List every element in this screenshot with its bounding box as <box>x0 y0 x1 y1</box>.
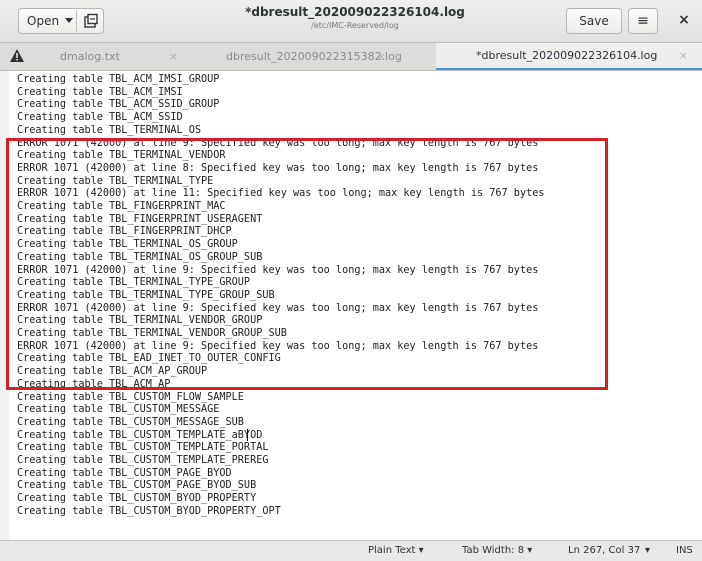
log-line: Creating table TBL_CUSTOM_TEMPLATE_aBYOD <box>17 429 263 441</box>
error-highlight-box <box>6 138 608 390</box>
tab-width-selector[interactable]: Tab Width: 8 ▾ <box>462 545 532 556</box>
syntax-label: Plain Text <box>368 545 416 556</box>
window-title: *dbresult_202009022326104.log <box>245 5 465 19</box>
status-bar: Plain Text ▾ Tab Width: 8 ▾ Ln 267, Col … <box>0 540 702 561</box>
tab-close-icon[interactable]: × <box>377 50 386 63</box>
tab-label: *dbresult_202009022326104.log <box>476 49 658 62</box>
tab-label: dmalog.txt <box>60 50 120 63</box>
hamburger-menu-icon[interactable]: ≡ <box>628 8 658 34</box>
log-line: Creating table TBL_CUSTOM_PAGE_BYOD_SUB <box>17 480 257 492</box>
log-line: Creating table TBL_CUSTOM_MESSAGE <box>17 404 220 416</box>
log-line: Creating table TBL_ACM_IMSI <box>17 86 183 98</box>
tab-dmalog[interactable]: dmalog.txt × <box>0 43 188 70</box>
log-line: Creating table TBL_CUSTOM_MESSAGE_SUB <box>17 416 244 428</box>
window-title-block: *dbresult_202009022326104.log /etc/IMC-R… <box>240 5 470 30</box>
insert-mode-indicator: INS <box>676 545 693 556</box>
save-button[interactable]: Save <box>566 8 622 34</box>
chevron-down-icon <box>65 18 74 23</box>
close-icon[interactable]: × <box>674 10 694 30</box>
chevron-down-icon: ▾ <box>418 545 424 556</box>
window-subtitle: /etc/IMC-Reserved/log <box>311 21 399 30</box>
new-document-icon[interactable] <box>83 13 99 29</box>
cursor-position-label: Ln 267, Col 37 <box>568 545 641 556</box>
header-bar: Open *dbresult_202009022326104.log /etc/… <box>0 0 702 43</box>
log-line: Creating table TBL_CUSTOM_FLOW_SAMPLE <box>17 391 244 403</box>
warning-icon <box>10 49 24 66</box>
log-line: Creating table TBL_CUSTOM_TEMPLATE_PRERE… <box>17 455 269 466</box>
log-line: Creating table TBL_CUSTOM_BYOD_PROPERTY <box>17 493 257 505</box>
button-divider <box>76 10 77 32</box>
chevron-down-icon: ▾ <box>527 545 533 556</box>
log-line: Creating table TBL_TERMINAL_OS <box>17 124 202 136</box>
log-line: Creating table TBL_ACM_SSID <box>17 112 183 124</box>
log-line: Creating table TBL_ACM_IMSI_GROUP <box>17 74 220 85</box>
tab-close-icon[interactable]: × <box>169 50 178 63</box>
cursor-position-selector[interactable]: Ln 267, Col 37 <box>568 545 640 556</box>
log-line: Creating table TBL_ACM_SSID_GROUP <box>17 99 220 111</box>
tab-bar: dmalog.txt × dbresult_202009022315382.lo… <box>0 43 702 71</box>
gedit-window: Open *dbresult_202009022326104.log /etc/… <box>0 0 702 561</box>
text-cursor <box>247 428 248 441</box>
syntax-selector[interactable]: Plain Text ▾ <box>368 545 424 556</box>
tab-width-label: Tab Width: 8 <box>462 545 525 556</box>
tab-dbresult-315382[interactable]: dbresult_202009022315382.log × <box>188 43 436 70</box>
tab-label: dbresult_202009022315382.log <box>226 50 402 63</box>
log-line: Creating table TBL_CUSTOM_BYOD_PROPERTY_… <box>17 505 281 517</box>
log-line: Creating table TBL_CUSTOM_TEMPLATE_PORTA… <box>17 442 269 454</box>
open-button-label: Open <box>27 14 60 28</box>
open-button[interactable]: Open <box>18 8 104 34</box>
chevron-down-icon[interactable]: ▾ <box>645 545 650 556</box>
log-line: Creating table TBL_CUSTOM_PAGE_BYOD <box>17 467 232 479</box>
tab-close-icon[interactable]: × <box>679 49 688 62</box>
tab-dbresult-326104[interactable]: *dbresult_202009022326104.log × <box>436 43 702 70</box>
